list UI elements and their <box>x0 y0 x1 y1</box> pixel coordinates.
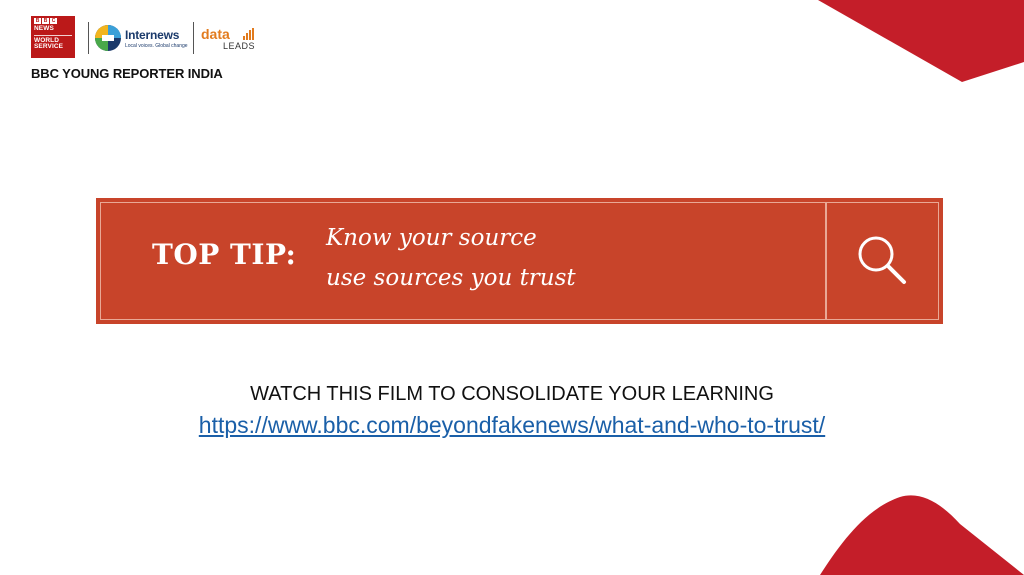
bbc-block-b2: B <box>42 18 49 24</box>
bbc-news-text: NEWS <box>34 25 54 32</box>
bbc-block-b1: B <box>34 18 41 24</box>
tip-line-1: Know your source <box>326 225 537 251</box>
top-tip-banner: TOP TIP: Know your source use sources yo… <box>96 198 943 324</box>
internews-logo: Internews Local voices. Global change <box>94 24 188 52</box>
internews-globe-icon <box>95 25 121 51</box>
tip-line-2: use sources you trust <box>326 265 576 291</box>
film-link[interactable]: https://www.bbc.com/beyondfakenews/what-… <box>199 412 825 438</box>
bbc-service-text: SERVICE <box>34 43 64 50</box>
bottom-right-red-shape <box>820 495 1024 575</box>
top-tip-label: TOP TIP: <box>152 238 297 271</box>
slide: B B C NEWS WORLD SERVICE Internews Local… <box>0 0 1024 575</box>
bbc-news-world-service-logo: B B C NEWS WORLD SERVICE <box>31 16 75 58</box>
search-button[interactable] <box>852 230 912 290</box>
top-right-red-shape <box>818 0 1024 82</box>
dataleads-data-text: data <box>201 26 230 42</box>
search-icon <box>858 236 906 284</box>
bbc-block-c: C <box>50 18 57 24</box>
dataleads-logo: data LEADS <box>201 26 267 54</box>
logo-separator <box>193 22 194 54</box>
internews-tagline: Local voices. Global change <box>125 42 188 49</box>
logo-separator <box>88 22 89 54</box>
watch-film-text: WATCH THIS FILM TO CONSOLIDATE YOUR LEAR… <box>250 383 774 405</box>
internews-name: Internews <box>125 27 180 42</box>
brand-title: BBC YOUNG REPORTER INDIA <box>31 66 223 81</box>
dataleads-bars-icon <box>243 28 254 40</box>
bbc-logo-rule <box>34 34 72 36</box>
film-link-container: https://www.bbc.com/beyondfakenews/what-… <box>0 412 1024 439</box>
dataleads-leads-text: LEADS <box>223 41 256 51</box>
banner-divider <box>825 202 827 320</box>
